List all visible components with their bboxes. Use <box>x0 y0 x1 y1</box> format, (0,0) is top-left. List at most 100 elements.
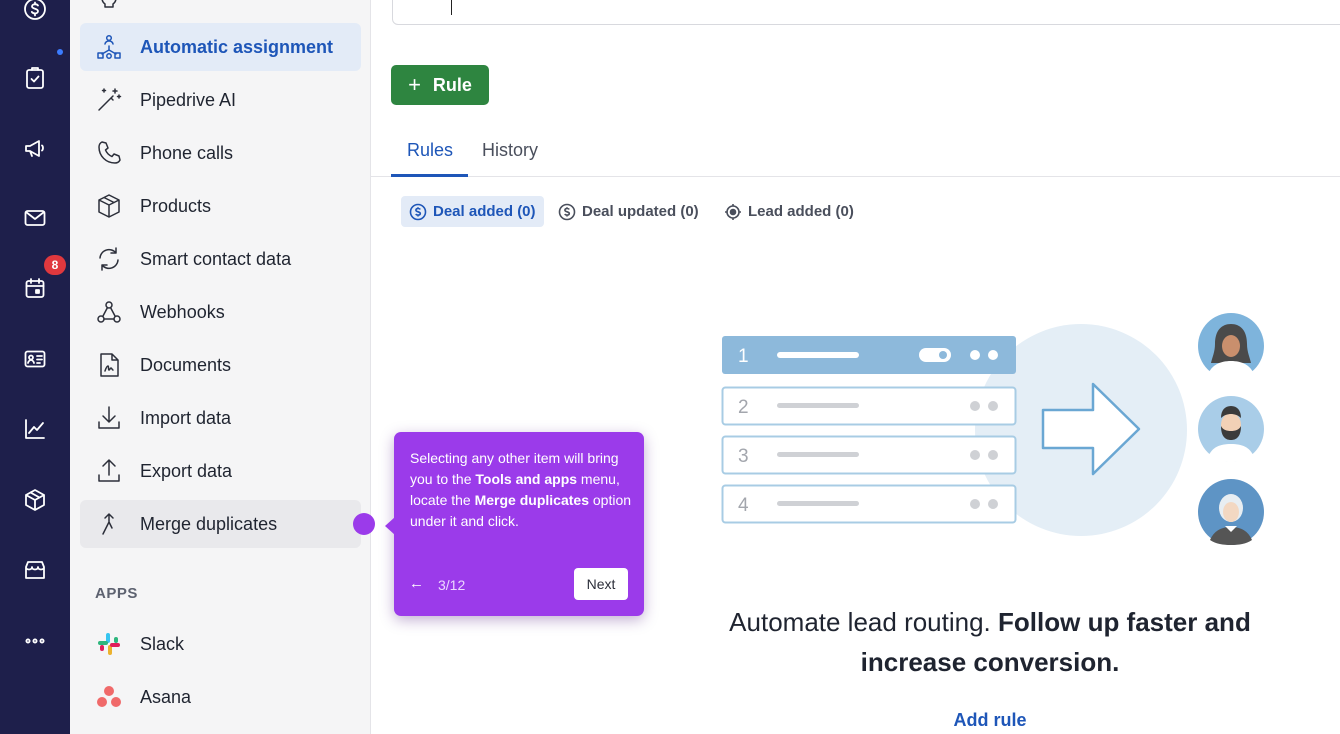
row-number: 2 <box>738 397 749 418</box>
box-icon <box>94 191 124 221</box>
dot <box>988 499 998 509</box>
megaphone-icon[interactable] <box>17 130 53 166</box>
rule-name-input[interactable] <box>392 0 1340 25</box>
menu-item-label: Slack <box>140 633 185 654</box>
refresh-icon <box>94 244 124 274</box>
filter-deal-updated[interactable]: Deal updated (0) <box>550 196 707 227</box>
dot <box>970 450 980 460</box>
menu-item-label: Pipedrive AI <box>140 89 237 110</box>
unread-dot <box>57 49 63 55</box>
dot <box>970 499 980 509</box>
next-button[interactable]: Next <box>574 568 628 600</box>
text-caret <box>451 0 452 15</box>
mail-icon[interactable] <box>17 200 53 236</box>
menu-item-label: Asana <box>140 686 192 707</box>
filter-label: Deal added (0) <box>433 203 536 220</box>
empty-state-headline: Automate lead routing. Follow up faster … <box>701 602 1279 682</box>
menu-item-pipedrive-ai[interactable]: Pipedrive AI <box>80 76 361 124</box>
menu-item-automations[interactable] <box>80 0 361 24</box>
tab-bar: Rules History <box>371 124 1340 177</box>
row-bar <box>777 352 859 358</box>
magic-wand-icon <box>94 85 124 115</box>
row-bar <box>777 501 859 506</box>
menu-item-label: Export data <box>140 460 233 481</box>
routing-illustration: 1 2 3 4 <box>721 313 1264 545</box>
download-icon <box>94 403 124 433</box>
tooltip-arrow <box>385 517 395 535</box>
step-counter: 3/12 <box>438 577 466 593</box>
merge-icon <box>94 509 124 539</box>
dot <box>988 401 998 411</box>
add-rule-button[interactable]: + Rule <box>391 65 489 105</box>
asana-icon <box>94 682 124 712</box>
nav-rail: 8 <box>0 0 70 734</box>
headline-plain: Automate lead routing. <box>729 607 991 637</box>
tab-rules[interactable]: Rules <box>407 140 453 161</box>
menu-item-automatic-assignment[interactable]: Automatic assignment <box>80 23 361 71</box>
tab-history[interactable]: History <box>482 140 538 161</box>
menu-item-label: Automatic assignment <box>140 36 334 57</box>
filter-deal-added[interactable]: Deal added (0) <box>401 196 544 227</box>
menu-item-label: Webhooks <box>140 301 225 322</box>
avatar-bearded-man <box>1198 396 1264 462</box>
tooltip-message: Selecting any other item will bring you … <box>410 448 632 532</box>
menu-item-products[interactable]: Products <box>80 182 361 230</box>
menu-item-label: Phone calls <box>140 142 234 163</box>
marketplace-icon[interactable] <box>17 552 53 588</box>
onboarding-beacon[interactable] <box>353 513 375 535</box>
menu-item-label: Import data <box>140 407 232 428</box>
assignment-icon <box>94 32 124 62</box>
document-icon <box>94 350 124 380</box>
tasks-icon[interactable] <box>17 60 53 96</box>
avatar-older-woman <box>1198 479 1264 545</box>
webhook-icon <box>94 297 124 327</box>
menu-item-export-data[interactable]: Export data <box>80 447 361 495</box>
notification-badge: 8 <box>44 255 66 275</box>
menu-item-phone-calls[interactable]: Phone calls <box>80 129 361 177</box>
target-icon <box>725 203 741 220</box>
contacts-icon[interactable] <box>17 341 53 377</box>
dot <box>988 350 998 360</box>
menu-item-import-data[interactable]: Import data <box>80 394 361 442</box>
apps-section-title: APPS <box>95 585 138 602</box>
menu-item-documents[interactable]: Documents <box>80 341 361 389</box>
menu-item-asana[interactable]: Asana <box>80 673 361 721</box>
tooltip-bold-1: Tools and apps <box>475 471 578 487</box>
avatar-woman <box>1198 313 1264 380</box>
tooltip-bold-2: Merge duplicates <box>474 492 589 508</box>
row-bar <box>777 452 859 457</box>
main-content: + Rule Rules History Deal added (0) Deal… <box>371 0 1340 734</box>
dollar-icon[interactable] <box>17 0 53 27</box>
menu-item-label: Smart contact data <box>140 248 292 269</box>
active-tab-indicator <box>391 174 468 177</box>
add-rule-link[interactable]: Add rule <box>931 710 1049 731</box>
menu-item-slack[interactable]: Slack <box>80 620 361 668</box>
menu-item-label: Documents <box>140 354 232 375</box>
dot <box>970 350 980 360</box>
row-number: 3 <box>738 446 749 467</box>
filter-lead-added[interactable]: Lead added (0) <box>716 196 862 227</box>
add-rule-button-label: Rule <box>432 74 472 95</box>
calendar-icon[interactable] <box>17 270 53 306</box>
filter-label: Deal updated (0) <box>582 203 699 220</box>
menu-item-label: Merge duplicates <box>140 513 278 534</box>
menu-item-merge-duplicates[interactable]: Merge duplicates <box>80 500 361 548</box>
products-icon[interactable] <box>17 482 53 518</box>
back-arrow-icon[interactable]: ← <box>409 575 424 592</box>
menu-item-webhooks[interactable]: Webhooks <box>80 288 361 336</box>
phone-icon <box>94 138 124 168</box>
onboarding-tooltip: Selecting any other item will bring you … <box>385 432 644 616</box>
row-number: 4 <box>738 495 749 516</box>
plus-icon: + <box>408 72 421 97</box>
toggle-knob <box>939 351 947 359</box>
insights-icon[interactable] <box>17 411 53 447</box>
dollar-icon <box>409 203 427 220</box>
more-icon[interactable] <box>17 623 53 659</box>
menu-item-smart-contact-data[interactable]: Smart contact data <box>80 235 361 283</box>
dot <box>970 401 980 411</box>
tools-menu: Automatic assignment Pipedrive AI Phone … <box>70 0 371 734</box>
row-bar <box>777 403 859 408</box>
row-number: 1 <box>738 346 749 367</box>
lightbulb-icon <box>94 0 124 15</box>
dot <box>988 450 998 460</box>
